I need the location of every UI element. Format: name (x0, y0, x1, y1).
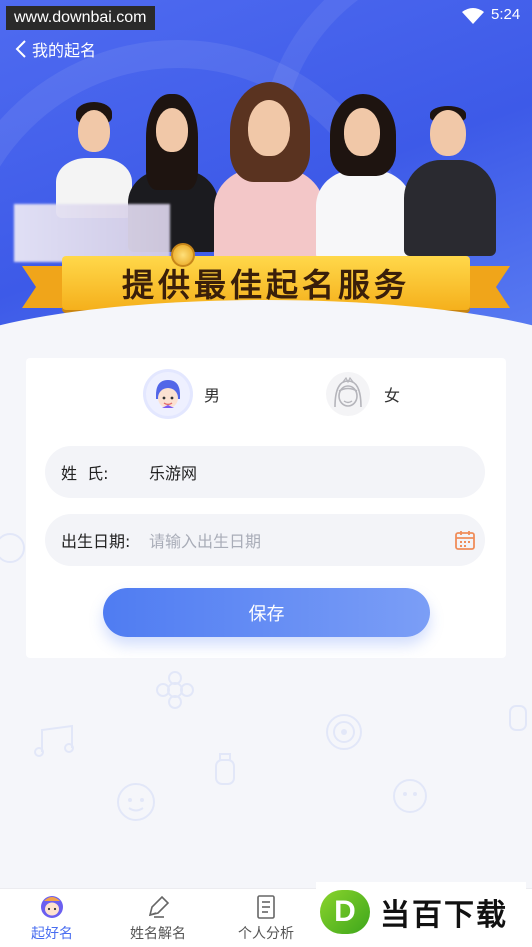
surname-label: 姓 氏: (61, 464, 109, 483)
medal-icon (171, 243, 195, 267)
bottle-doodle-icon (215, 753, 235, 785)
baby-doodle-icon (117, 783, 155, 821)
music-doodle-icon (34, 724, 74, 757)
tab-good-name[interactable]: 起好名 (12, 893, 92, 943)
back-button[interactable]: 我的起名 (14, 36, 96, 62)
calendar-icon[interactable] (453, 528, 477, 552)
surname-input[interactable]: 乐游网 (149, 460, 197, 484)
chevron-left-icon (15, 40, 26, 58)
document-icon (257, 895, 275, 919)
logo-letter: D (320, 890, 370, 934)
tab-label: 起好名 (31, 926, 73, 942)
person-figure (52, 100, 136, 218)
page-title: 我的起名 (32, 41, 97, 60)
status-bar: www.downbai.com 5:24 (0, 0, 532, 32)
birthdate-field[interactable]: 出生日期: 请输入出生日期 (45, 514, 485, 566)
tab-label: 个人分析 (238, 926, 294, 942)
bottle-doodle-icon (509, 705, 527, 731)
tab-label: 姓名解名 (130, 926, 186, 942)
logo-text: 当百下载 (380, 898, 508, 933)
boy-avatar-icon (146, 372, 190, 416)
gender-option-female[interactable]: 女 (326, 372, 400, 416)
girl-avatar-icon (326, 372, 370, 416)
gender-label-male: 男 (204, 386, 221, 405)
surname-field[interactable]: 姓 氏: 乐游网 (45, 446, 485, 498)
site-watermark-logo: D 当百下载 (316, 882, 526, 942)
baby-face-icon (41, 896, 63, 918)
wifi-icon (462, 8, 484, 24)
status-time: 5:24 (491, 6, 521, 23)
birthdate-input[interactable]: 请输入出生日期 (149, 528, 453, 552)
tab-name-analysis[interactable]: 姓名解名 (118, 893, 198, 943)
baby-doodle-icon (393, 779, 427, 813)
url-watermark: www.downbai.com (6, 6, 155, 30)
birthdate-label: 出生日期: (61, 532, 131, 551)
person-figure (316, 94, 412, 260)
save-button[interactable]: 保存 (103, 588, 430, 637)
flower-doodle-icon (156, 671, 194, 709)
gender-option-male[interactable]: 男 (146, 372, 220, 416)
blurred-watermark (14, 204, 170, 262)
pen-icon (148, 895, 170, 918)
person-figure (404, 102, 496, 256)
person-figure (208, 82, 328, 268)
gender-label-female: 女 (384, 386, 401, 405)
tab-personal-analysis[interactable]: 个人分析 (226, 893, 306, 943)
naming-form-card: 男 女 姓 氏: 乐游网 出生日期: 请输入出生日期 保存 (26, 358, 506, 658)
target-doodle-icon (326, 714, 362, 750)
